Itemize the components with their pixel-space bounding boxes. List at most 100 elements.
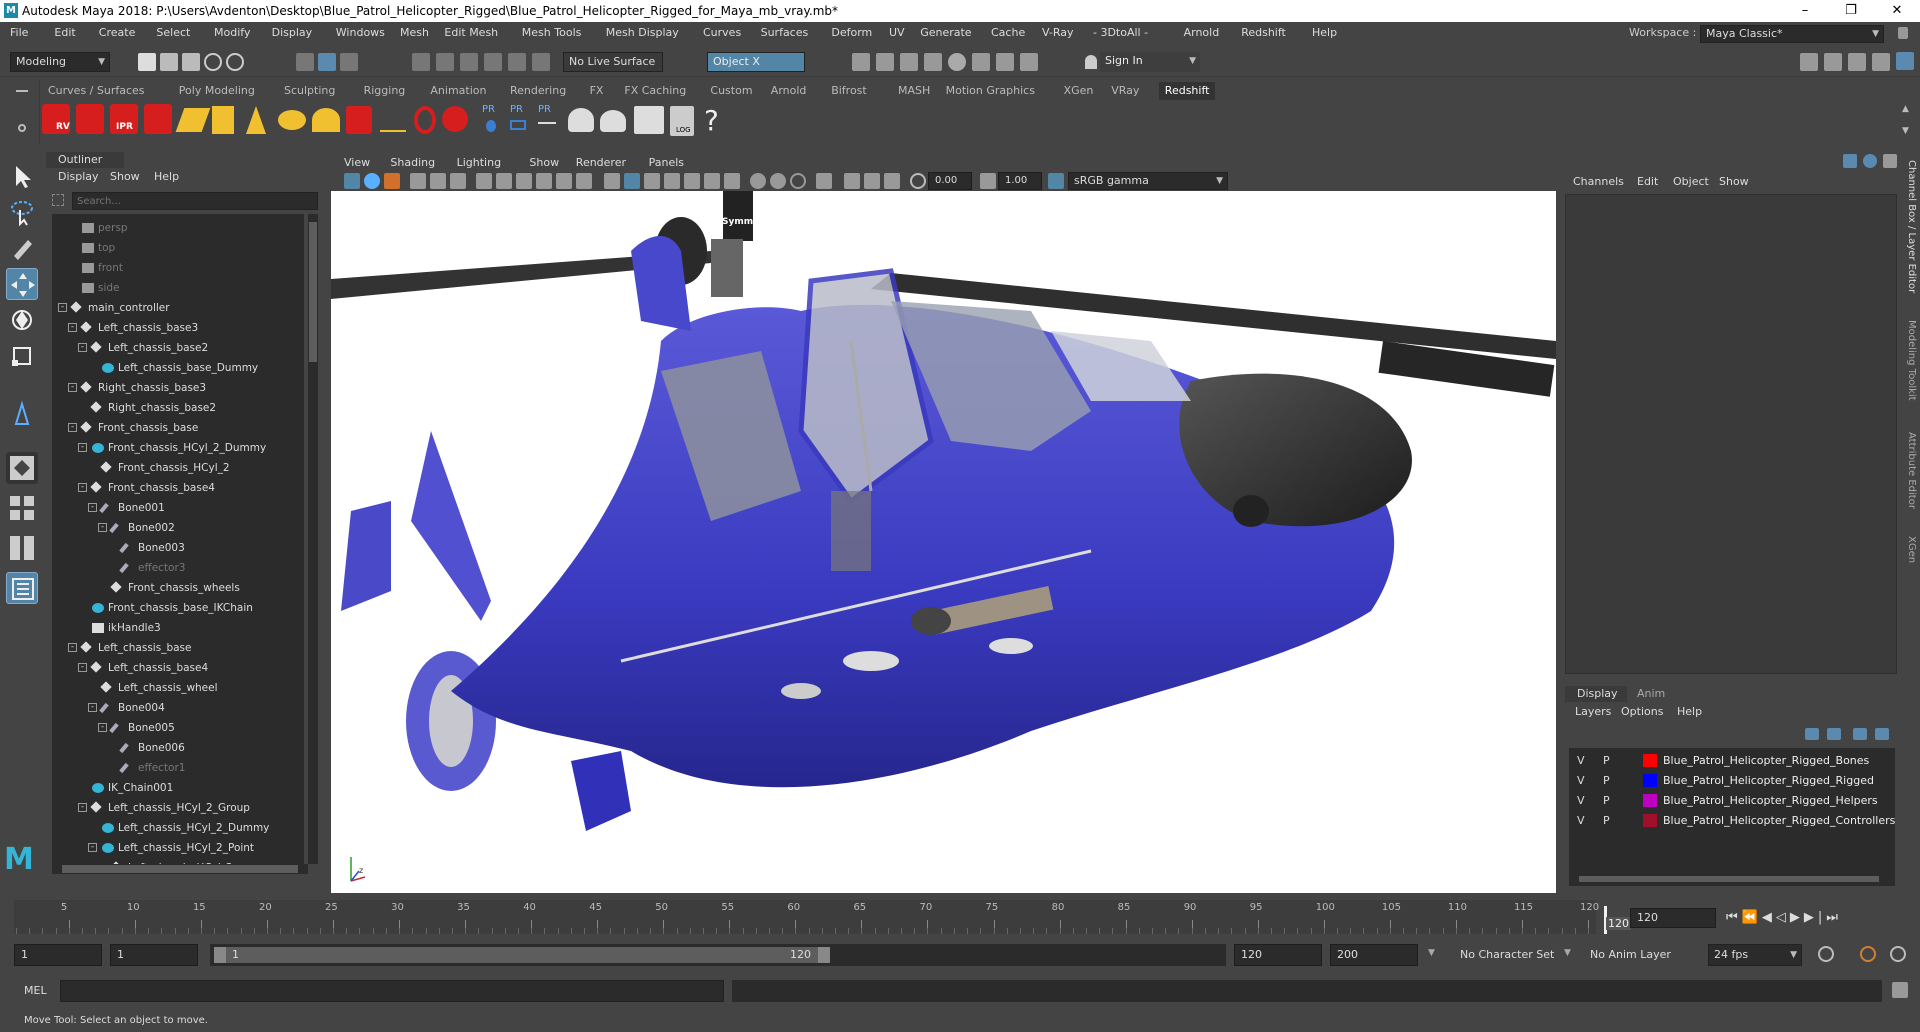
render-settings-icon[interactable] — [924, 53, 942, 71]
layer-visibility-toggle[interactable]: V — [1577, 754, 1585, 767]
shadows-icon[interactable] — [704, 173, 720, 189]
outliner-row[interactable]: - Front_chassis_base — [52, 418, 302, 438]
menu-windows[interactable]: Windows — [336, 26, 385, 39]
mesh-light-icon[interactable] — [414, 106, 436, 134]
new-layer-from-selected-icon[interactable] — [1875, 728, 1889, 740]
proxy-reference-icon[interactable]: PR — [536, 104, 558, 138]
outliner-row[interactable]: effector3 — [52, 558, 302, 578]
mel-command-input[interactable] — [60, 980, 724, 1002]
menu-mesh-display[interactable]: Mesh Display — [606, 26, 679, 39]
expand-toggle-icon[interactable]: - — [98, 523, 107, 532]
save-scene-icon[interactable] — [182, 53, 200, 71]
help-question-icon[interactable]: ? — [704, 104, 719, 137]
gamma-field[interactable]: 1.00 — [998, 172, 1042, 190]
command-language-label[interactable]: MEL — [24, 984, 47, 997]
lock-icon[interactable] — [1898, 27, 1908, 39]
playback-controls[interactable]: ⏮⏪◀◁▶▶|⏭ — [1726, 910, 1842, 925]
toggle-layers-icon[interactable] — [1896, 52, 1914, 70]
go-to-start-icon[interactable]: ⏮ — [1726, 910, 1742, 925]
use-all-lights-icon[interactable] — [684, 173, 700, 189]
playback-start-field[interactable]: 1 — [110, 944, 198, 966]
render-view-rv-icon[interactable]: RV — [42, 104, 70, 134]
move-tool-icon[interactable] — [6, 268, 38, 300]
close-button[interactable]: ✕ — [1874, 0, 1920, 22]
paint-select-tool-icon[interactable] — [6, 232, 38, 264]
shelf-tab-vray[interactable]: VRay — [1111, 84, 1139, 97]
menu-deform[interactable]: Deform — [831, 26, 872, 39]
playback-end-field[interactable]: 120 — [1234, 944, 1322, 966]
move-layer-up-icon[interactable] — [1805, 728, 1819, 740]
outliner-row[interactable]: - Bone002 — [52, 518, 302, 538]
menu-edit[interactable]: Edit — [54, 26, 75, 39]
outliner-row[interactable]: Left_chassis_base_Dummy — [52, 358, 302, 378]
layer-menu-help[interactable]: Help — [1677, 705, 1702, 718]
expand-toggle-icon[interactable]: - — [78, 443, 87, 452]
channel-box-toggle-icon[interactable] — [1843, 154, 1857, 168]
menu-surfaces[interactable]: Surfaces — [761, 26, 809, 39]
dome-light-icon[interactable] — [278, 110, 306, 130]
current-frame-field[interactable]: 120 — [1630, 908, 1716, 928]
open-scene-icon[interactable] — [160, 53, 178, 71]
shelf-tab-redshift[interactable]: Redshift — [1158, 82, 1216, 100]
expand-toggle-icon[interactable]: - — [78, 483, 87, 492]
play-forward-icon[interactable]: ▶ — [1790, 910, 1804, 925]
outliner-row[interactable]: - Left_chassis_base3 — [52, 318, 302, 338]
field-chart-icon[interactable] — [556, 173, 572, 189]
expand-toggle-icon[interactable]: - — [88, 703, 97, 712]
menu-redshift[interactable]: Redshift — [1241, 26, 1286, 39]
time-slider[interactable]: 5 10 15 20 25 30 35 40 45 50 55 60 65 70 75 80 85 90 95 100… — [0, 900, 1920, 934]
side-tab-modeling-toolkit[interactable]: Modeling Toolkit — [1903, 320, 1917, 420]
anim-layer-dropdown[interactable]: No Anim Layer — [1590, 948, 1671, 961]
grease-pencil-icon[interactable] — [450, 173, 466, 189]
outliner-menu-show[interactable]: Show — [110, 170, 140, 183]
script-editor-icon[interactable] — [1892, 982, 1908, 998]
layer-menu-layers[interactable]: Layers — [1575, 705, 1611, 718]
four-view-layout-icon[interactable] — [6, 492, 38, 524]
menu-modify[interactable]: Modify — [214, 26, 250, 39]
expand-toggle-icon[interactable]: - — [98, 723, 107, 732]
outliner-row[interactable]: - Bone001 — [52, 498, 302, 518]
isolate-select-icon[interactable] — [816, 173, 832, 189]
menu-3dtoall[interactable]: - 3DtoAll - — [1093, 26, 1148, 39]
render-icon[interactable] — [76, 104, 104, 134]
shelf-scroll-down-icon[interactable]: ▼ — [1902, 126, 1909, 136]
outliner-row[interactable]: IK_Chain001 — [52, 778, 302, 798]
visibility-properties-icon[interactable] — [600, 110, 626, 132]
range-end-grip[interactable] — [818, 947, 830, 963]
outliner-row[interactable]: Front_chassis_wheels — [52, 578, 302, 598]
x-ray-active-icon[interactable] — [864, 173, 880, 189]
pause-viewport-icon[interactable] — [1020, 53, 1038, 71]
channel-box-settings-icon[interactable] — [1883, 154, 1897, 168]
snap-to-view-plane-icon[interactable] — [484, 53, 502, 71]
expand-toggle-icon[interactable]: - — [68, 323, 77, 332]
animation-start-field[interactable]: 1 — [14, 944, 102, 966]
shelf-tab-poly-modeling[interactable]: Poly Modeling — [179, 84, 255, 97]
hypershade-icon[interactable] — [948, 53, 966, 71]
layer-editor-toggle-icon[interactable] — [1863, 154, 1877, 168]
viewport-menu-show[interactable]: Show — [529, 156, 559, 169]
depth-of-field-icon[interactable] — [790, 173, 806, 189]
outliner-row[interactable]: Right_chassis_base2 — [52, 398, 302, 418]
select-tool-icon[interactable] — [6, 160, 38, 192]
maximize-button[interactable]: ❐ — [1828, 0, 1874, 22]
menu-help[interactable]: Help — [1312, 26, 1337, 39]
2d-pan-zoom-icon[interactable] — [430, 173, 446, 189]
make-live-icon[interactable] — [508, 53, 526, 71]
layer-color-swatch[interactable] — [1643, 814, 1657, 827]
outliner-row[interactable]: Left_chassis_HCyl_2_Dummy — [52, 818, 302, 838]
ies-light-icon[interactable] — [380, 110, 406, 132]
resolution-gate-icon[interactable] — [516, 173, 532, 189]
menu-select[interactable]: Select — [156, 26, 190, 39]
viewport-menu-panels[interactable]: Panels — [649, 156, 684, 169]
workspace-dropdown[interactable]: Maya Classic* ▼ — [1700, 25, 1884, 43]
x-ray-icon[interactable] — [844, 173, 860, 189]
outliner-search-input[interactable] — [72, 192, 318, 210]
go-to-end-icon[interactable]: ⏭ — [1826, 910, 1842, 925]
ambient-occlusion-icon[interactable] — [724, 173, 740, 189]
expand-toggle-icon[interactable]: - — [58, 303, 67, 312]
smooth-shade-icon[interactable] — [624, 173, 640, 189]
shelf-tab-sculpting[interactable]: Sculpting — [284, 84, 335, 97]
snap-to-point-icon[interactable] — [460, 53, 478, 71]
select-by-object-icon[interactable] — [318, 53, 336, 71]
search-options-icon[interactable] — [52, 194, 64, 206]
